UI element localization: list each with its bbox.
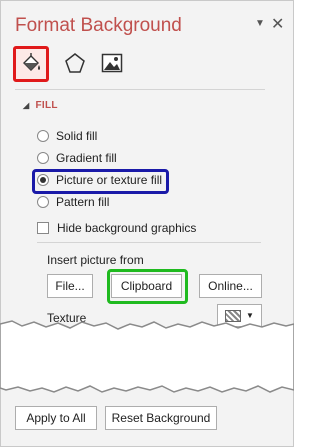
radio-label: Gradient fill <box>56 151 117 165</box>
collapse-triangle-icon: ◢ <box>23 101 30 110</box>
radio-pattern-fill[interactable]: Pattern fill <box>37 195 109 209</box>
radio-label: Pattern fill <box>56 195 110 209</box>
picture-icon[interactable] <box>95 46 129 80</box>
torn-edge-break <box>0 320 294 393</box>
divider <box>15 89 265 90</box>
reset-background-button[interactable]: Reset Background <box>105 406 217 430</box>
radio-button[interactable] <box>37 130 49 142</box>
section-fill-header[interactable]: ◢ FILL <box>23 100 58 111</box>
hide-background-checkbox[interactable]: Hide background graphics <box>37 221 196 235</box>
pentagon-icon[interactable] <box>58 46 92 80</box>
radio-button[interactable] <box>37 196 49 208</box>
checkbox[interactable] <box>37 222 49 234</box>
online-button[interactable]: Online... <box>199 274 262 298</box>
radio-label: Solid fill <box>56 129 98 143</box>
radio-label: Picture or texture fill <box>56 173 163 187</box>
section-fill-label: FILL <box>35 100 58 111</box>
paint-bucket-icon[interactable] <box>13 46 49 82</box>
radio-button[interactable] <box>37 174 49 186</box>
chevron-down-icon[interactable]: ▼ <box>255 18 265 29</box>
clipboard-button[interactable]: Clipboard <box>111 274 182 298</box>
radio-solid-fill[interactable]: Solid fill <box>37 129 97 143</box>
insert-picture-label: Insert picture from <box>47 253 144 267</box>
radio-gradient-fill[interactable]: Gradient fill <box>37 151 117 165</box>
close-icon[interactable]: ✕ <box>271 14 284 34</box>
radio-picture-texture-fill[interactable]: Picture or texture fill <box>37 173 162 187</box>
apply-to-all-button[interactable]: Apply to All <box>15 406 97 430</box>
pane-title: Format Background <box>15 15 182 36</box>
file-button[interactable]: File... <box>47 274 93 298</box>
radio-button[interactable] <box>37 152 49 164</box>
checkbox-label: Hide background graphics <box>57 221 197 235</box>
divider <box>37 242 261 243</box>
